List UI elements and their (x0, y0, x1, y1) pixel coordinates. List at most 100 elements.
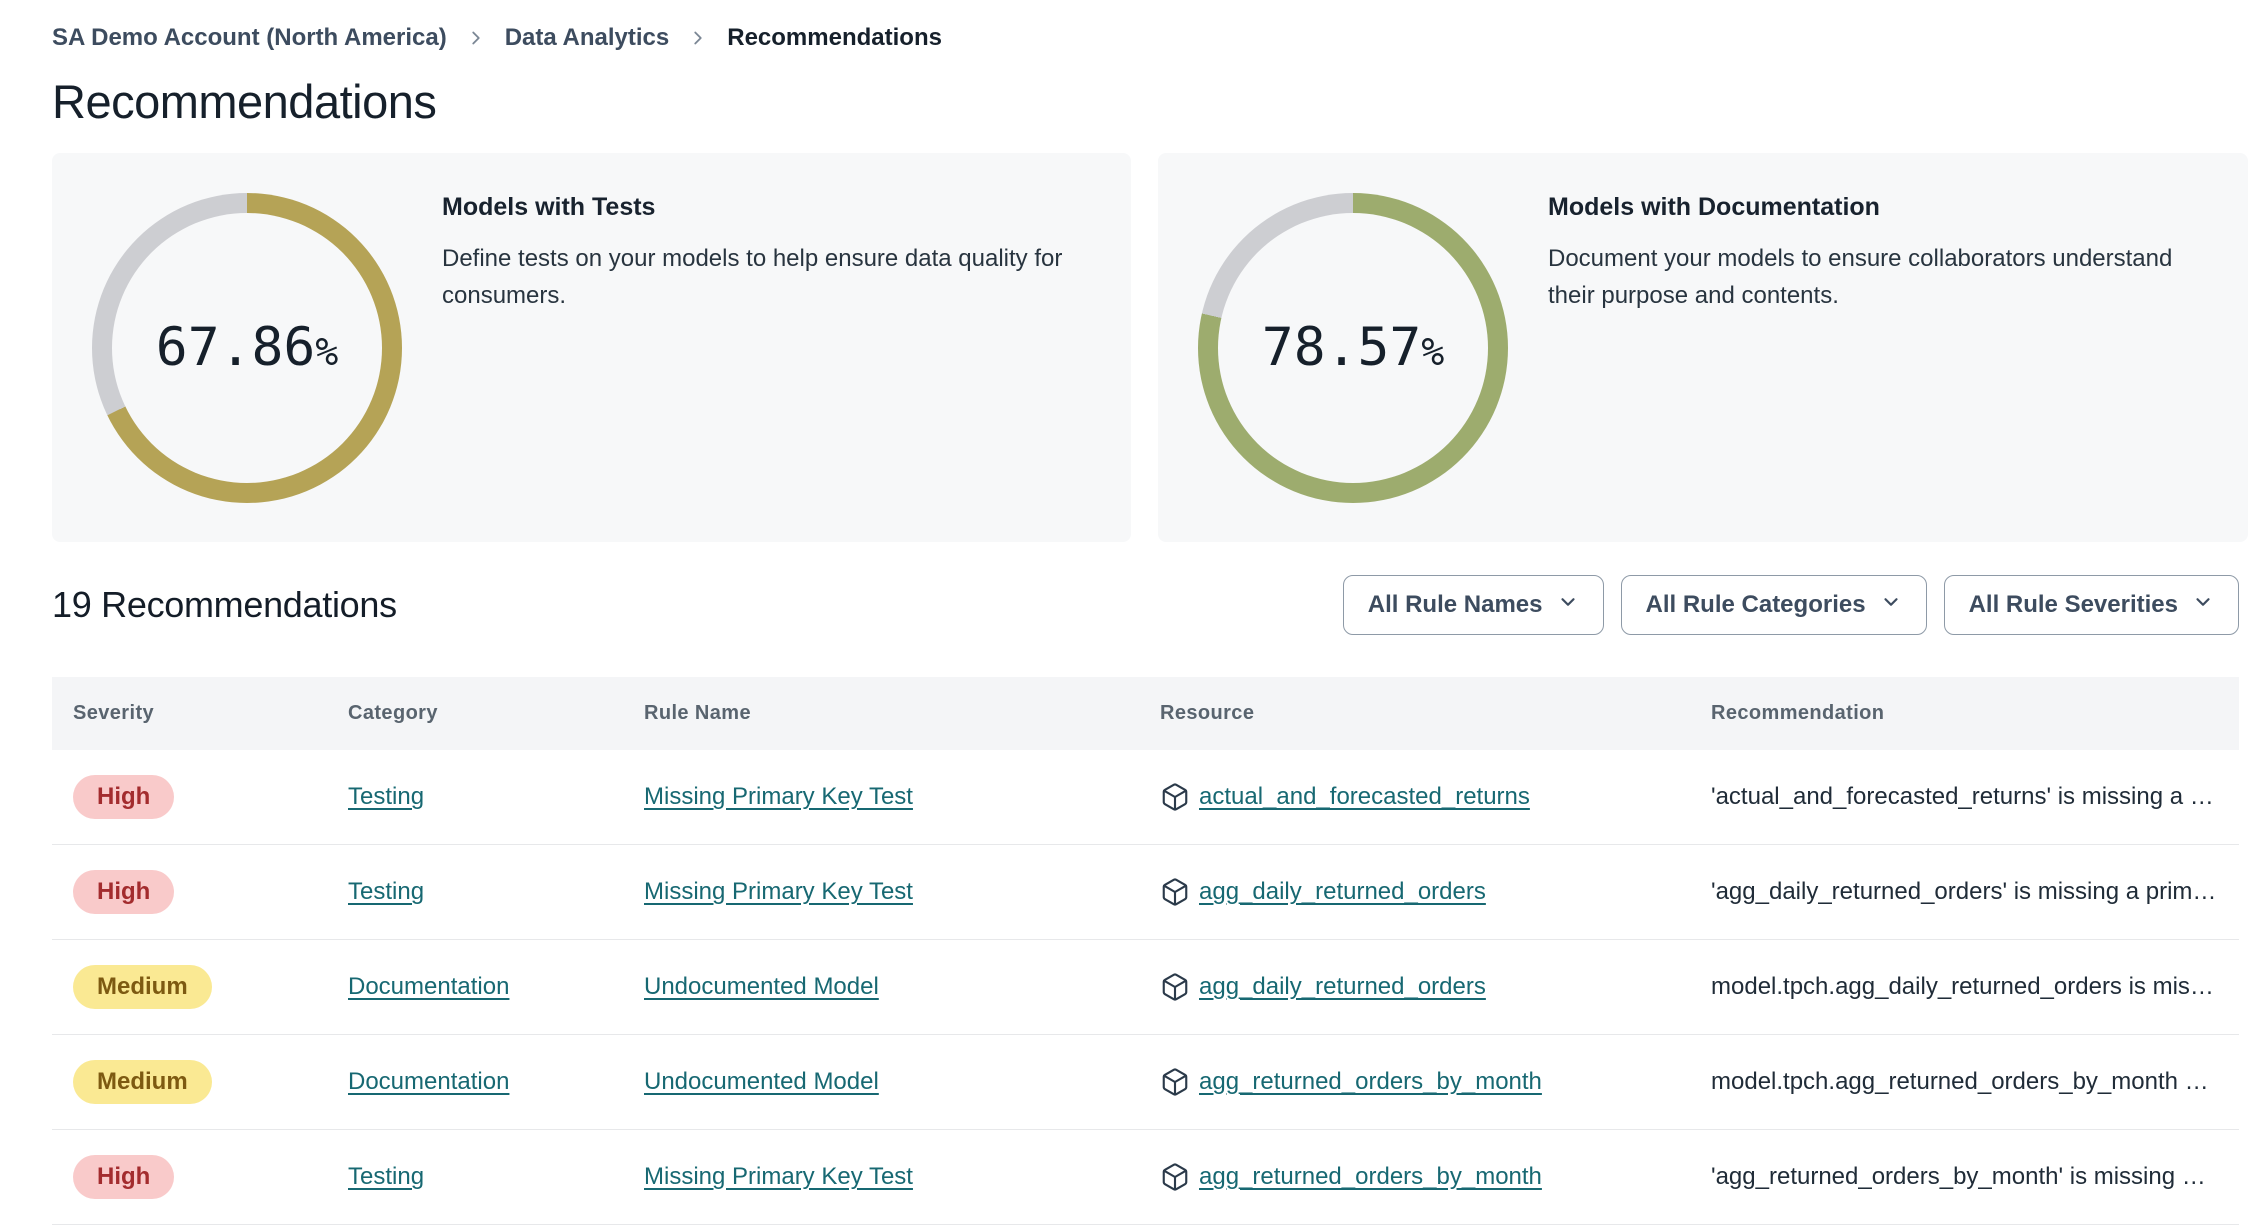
breadcrumb-account-link[interactable]: SA Demo Account (North America) (52, 24, 447, 52)
column-header-recommendation: Recommendation (1711, 702, 1885, 724)
table-row: Medium Documentation Undocumented Model … (52, 1035, 2239, 1130)
severity-cell: High (52, 775, 327, 819)
resource-link[interactable]: agg_daily_returned_orders (1199, 878, 1486, 906)
breadcrumb-current-page: Recommendations (727, 24, 942, 51)
recommendations-table: Severity Category Rule Name Resource Rec… (52, 677, 2239, 1225)
table-row: High Testing Missing Primary Key Test ag… (52, 845, 2239, 940)
resource-cell: agg_returned_orders_by_month (1139, 1067, 1690, 1097)
breadcrumb-project-link[interactable]: Data Analytics (505, 24, 670, 52)
category-link[interactable]: Testing (348, 1163, 424, 1190)
card-title: Models with Documentation (1548, 193, 1880, 221)
filter-rule-categories-dropdown[interactable]: All Rule Categories (1620, 575, 1927, 635)
models-with-tests-donut-chart: 67.86% (92, 192, 402, 503)
category-link[interactable]: Testing (348, 783, 424, 810)
resource-link[interactable]: agg_returned_orders_by_month (1199, 1068, 1542, 1096)
resource-link[interactable]: actual_and_forecasted_returns (1199, 783, 1530, 811)
table-row: High Testing Missing Primary Key Test ac… (52, 750, 2239, 845)
severity-cell: Medium (52, 1060, 327, 1104)
filter-rule-names-dropdown[interactable]: All Rule Names (1342, 575, 1604, 635)
filter-rule-severities-dropdown[interactable]: All Rule Severities (1943, 575, 2239, 635)
filter-label: All Rule Names (1367, 591, 1543, 618)
recommendations-page: SA Demo Account (North America) Data Ana… (0, 0, 2248, 1225)
chevron-down-icon (1557, 591, 1579, 620)
column-header-severity: Severity (73, 702, 155, 724)
table-body: High Testing Missing Primary Key Test ac… (52, 750, 2239, 1225)
resource-link[interactable]: agg_returned_orders_by_month (1199, 1163, 1542, 1191)
filter-label: All Rule Severities (1968, 591, 2178, 618)
severity-badge: High (73, 1155, 175, 1199)
chevron-down-icon (1880, 591, 1902, 620)
category-link[interactable]: Documentation (348, 1068, 509, 1095)
column-header-rule-name: Rule Name (644, 702, 751, 724)
rule-name-link[interactable]: Undocumented Model (644, 973, 879, 1000)
page-title: Recommendations (52, 75, 437, 128)
recommendation-text: 'actual_and_forecasted_returns' is missi… (1711, 783, 2214, 810)
rule-name-link[interactable]: Undocumented Model (644, 1068, 879, 1095)
rule-name-cell: Undocumented Model (623, 1068, 1139, 1096)
column-header-category: Category (348, 702, 438, 724)
recommendation-text: model.tpch.agg_returned_orders_by_month … (1711, 1068, 2209, 1095)
category-cell: Documentation (327, 1068, 623, 1096)
rule-name-link[interactable]: Missing Primary Key Test (644, 1163, 913, 1190)
chevron-right-icon (465, 27, 487, 49)
models-with-tests-text: Models with Tests Define tests on your m… (442, 193, 1091, 502)
recommendation-cell: model.tpch.agg_daily_returned_orders is … (1690, 973, 2239, 1001)
model-cube-icon (1160, 1162, 1190, 1192)
recommendation-text: 'agg_returned_orders_by_month' is missin… (1711, 1163, 2206, 1190)
rule-name-cell: Missing Primary Key Test (623, 783, 1139, 811)
category-link[interactable]: Documentation (348, 973, 509, 1000)
recommendation-cell: model.tpch.agg_returned_orders_by_month … (1690, 1068, 2239, 1096)
table-row: Medium Documentation Undocumented Model … (52, 940, 2239, 1035)
category-cell: Testing (327, 1163, 623, 1191)
column-header-resource: Resource (1160, 702, 1255, 724)
table-header-row: Severity Category Rule Name Resource Rec… (52, 677, 2239, 750)
model-cube-icon (1160, 877, 1190, 907)
recommendation-cell: 'agg_returned_orders_by_month' is missin… (1690, 1163, 2239, 1191)
severity-cell: High (52, 870, 327, 914)
models-with-documentation-donut-chart: 78.57% (1198, 192, 1508, 503)
model-cube-icon (1160, 1067, 1190, 1097)
card-title: Models with Tests (442, 193, 656, 221)
recommendation-cell: 'actual_and_forecasted_returns' is missi… (1690, 783, 2239, 811)
summary-cards: 67.86% Models with Tests Define tests on… (52, 153, 2248, 542)
rule-name-cell: Missing Primary Key Test (623, 1163, 1139, 1191)
resource-link[interactable]: agg_daily_returned_orders (1199, 973, 1486, 1001)
rule-name-cell: Missing Primary Key Test (623, 878, 1139, 906)
recommendations-count-heading: 19 Recommendations (52, 584, 397, 625)
rule-name-link[interactable]: Missing Primary Key Test (644, 783, 913, 810)
recommendation-cell: 'agg_daily_returned_orders' is missing a… (1690, 878, 2239, 906)
category-cell: Testing (327, 783, 623, 811)
model-cube-icon (1160, 972, 1190, 1002)
models-with-tests-percentage: 67.86% (155, 317, 339, 378)
resource-cell: actual_and_forecasted_returns (1139, 782, 1690, 812)
category-cell: Testing (327, 878, 623, 906)
rule-name-cell: Undocumented Model (623, 973, 1139, 1001)
models-with-documentation-text: Models with Documentation Document your … (1548, 193, 2198, 502)
chevron-down-icon (2192, 591, 2214, 620)
severity-badge: Medium (73, 965, 212, 1009)
rule-name-link[interactable]: Missing Primary Key Test (644, 878, 913, 905)
recommendation-text: model.tpch.agg_daily_returned_orders is … (1711, 973, 2214, 1000)
card-description: Document your models to ensure collabora… (1548, 245, 2173, 309)
severity-badge: High (73, 775, 175, 819)
models-with-documentation-card: 78.57% Models with Documentation Documen… (1158, 153, 2248, 542)
severity-badge: Medium (73, 1060, 212, 1104)
severity-cell: Medium (52, 965, 327, 1009)
filters: All Rule Names All Rule Categories All R… (1342, 575, 2239, 635)
chevron-right-icon (687, 27, 709, 49)
severity-cell: High (52, 1155, 327, 1199)
category-cell: Documentation (327, 973, 623, 1001)
recommendations-list-header: 19 Recommendations All Rule Names All Ru… (52, 575, 2239, 635)
severity-badge: High (73, 870, 175, 914)
filter-label: All Rule Categories (1645, 591, 1866, 618)
models-with-tests-card: 67.86% Models with Tests Define tests on… (52, 153, 1131, 542)
models-with-documentation-percentage: 78.57% (1261, 317, 1445, 378)
resource-cell: agg_daily_returned_orders (1139, 877, 1690, 907)
resource-cell: agg_daily_returned_orders (1139, 972, 1690, 1002)
table-row: High Testing Missing Primary Key Test ag… (52, 1130, 2239, 1225)
breadcrumb: SA Demo Account (North America) Data Ana… (52, 0, 2248, 52)
recommendation-text: 'agg_daily_returned_orders' is missing a… (1711, 878, 2217, 905)
category-link[interactable]: Testing (348, 878, 424, 905)
card-description: Define tests on your models to help ensu… (442, 245, 1063, 309)
model-cube-icon (1160, 782, 1190, 812)
